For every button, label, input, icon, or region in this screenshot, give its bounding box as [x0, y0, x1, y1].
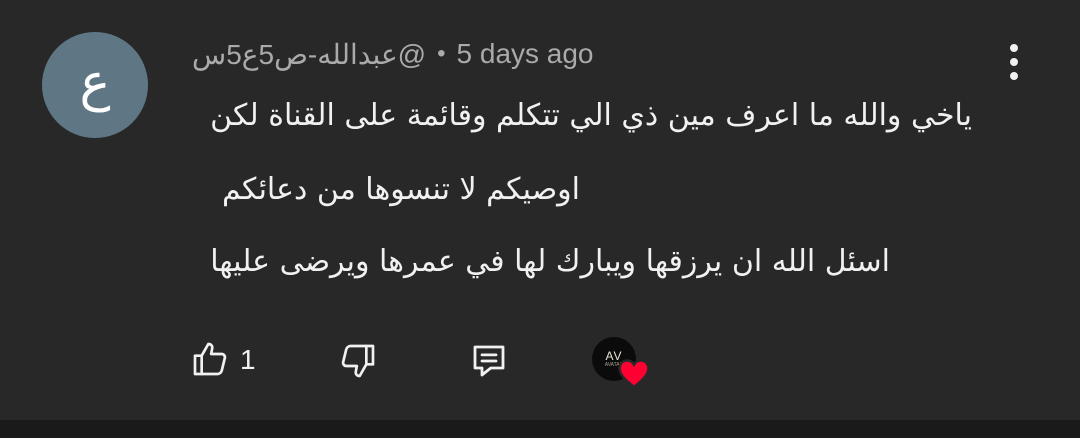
comment-text-line: اسئل الله ان يرزقها ويبارك لها في عمرها …	[210, 244, 890, 279]
bottom-divider	[0, 420, 1080, 438]
comment-card: ع @عبدالله-ص5ع5س • 5 days ago ياخي والله…	[0, 0, 1080, 420]
heart-icon	[618, 359, 650, 389]
comment-text-line: اوصيكم لا تنسوها من دعائكم	[222, 172, 580, 207]
author-avatar-initial: ع	[79, 53, 111, 113]
comment-text-line: ياخي والله ما اعرف مين ذي الي تتكلم وقائ…	[210, 98, 972, 133]
author-handle[interactable]: @عبدالله-ص5ع5س	[192, 38, 426, 71]
reply-icon[interactable]	[468, 340, 510, 382]
more-options-icon[interactable]	[1000, 40, 1028, 84]
thumbs-up-icon[interactable]	[190, 338, 230, 380]
like-count: 1	[240, 344, 256, 375]
comment-header: @عبدالله-ص5ع5س • 5 days ago	[192, 34, 594, 74]
comment-timestamp[interactable]: 5 days ago	[457, 38, 594, 70]
creator-heart-badge: AV AVATAR	[592, 337, 652, 389]
header-separator: •	[437, 40, 446, 67]
author-avatar[interactable]: ع	[42, 32, 148, 138]
thumbs-down-icon[interactable]	[338, 340, 378, 382]
